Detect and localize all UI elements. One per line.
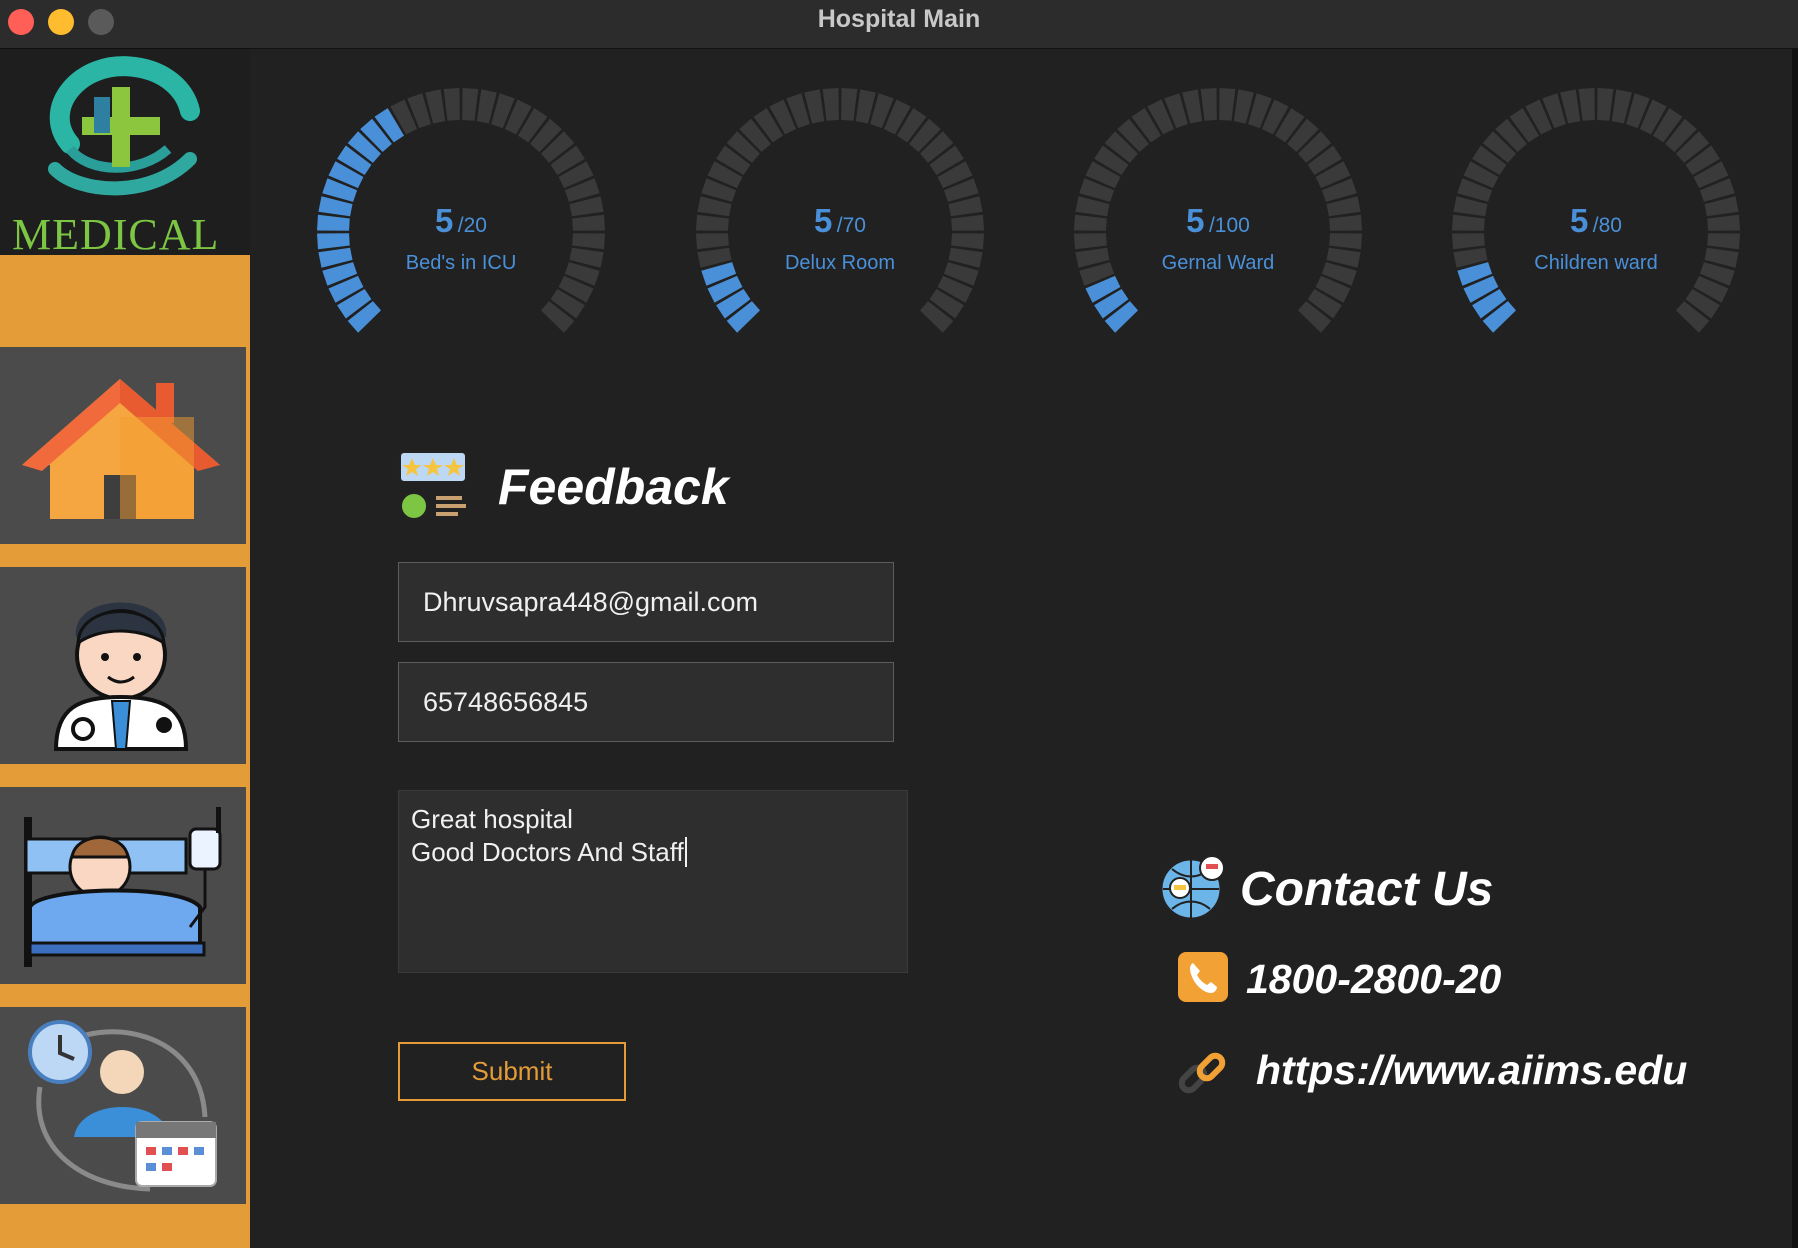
message-line-1: Great hospital (411, 804, 573, 834)
gauge-general-ward: 5 /100 Gernal Ward (1068, 86, 1368, 346)
gauge-delux-room: 5 /70 Delux Room (690, 86, 990, 346)
sidebar-item-home[interactable] (0, 347, 246, 544)
sidebar: MEDICAL (0, 49, 250, 1248)
globe-chat-icon (1159, 855, 1225, 921)
gauge-label: Bed's in ICU (405, 252, 517, 274)
gauge-label: Delux Room (784, 252, 896, 274)
submit-button[interactable]: Submit (398, 1042, 626, 1101)
title-bar: Hospital Main (0, 0, 1798, 49)
gauge-segment-empty (1578, 88, 1595, 121)
feedback-rating-icon (399, 451, 467, 520)
link-icon (1178, 1052, 1226, 1094)
contact-website-link[interactable]: https://www.aiims.edu (1256, 1047, 1687, 1094)
gauge-value: 5 /70 (813, 202, 866, 239)
patient-bed-icon (24, 807, 222, 967)
gauge-label: Gernal Ward (1161, 252, 1275, 274)
message-line-2: Good Doctors And Staff (411, 836, 895, 869)
gauge-value: 5 /80 (1569, 202, 1622, 239)
email-field[interactable]: Dhruvsapra448@gmail.com (398, 562, 894, 642)
gauge-segment-empty (462, 88, 479, 121)
gauge-value: 5 /20 (434, 202, 487, 239)
sidebar-item-doctors[interactable] (0, 567, 246, 764)
doctor-icon (53, 602, 189, 751)
feedback-title: Feedback (498, 459, 729, 515)
app-window: Hospital Main MEDICAL 5 /20 Bed's in ICU… (0, 0, 1798, 1248)
appointment-schedule-icon (28, 1020, 217, 1192)
contact-phone: 1800-2800-20 (1246, 956, 1502, 1002)
feedback-message-textarea[interactable]: Great hospital Good Doctors And Staff (398, 790, 908, 973)
gauge-label: Children ward (1534, 252, 1658, 274)
phone-icon (1178, 952, 1228, 1002)
medical-logo: MEDICAL (0, 49, 250, 259)
gauge-segment-empty (443, 88, 460, 121)
house-icon (22, 379, 220, 519)
medical-cross-icon (48, 56, 200, 196)
gauge-segment-empty (1200, 88, 1217, 121)
gauge-icu-beds: 5 /20 Bed's in ICU (311, 86, 611, 346)
contact-title: Contact Us (1240, 863, 1494, 916)
logo-text: MEDICAL (12, 210, 220, 259)
window-edge (1792, 48, 1798, 1248)
gauge-segment-empty (1219, 88, 1236, 121)
gauge-value: 5 /100 (1186, 202, 1250, 239)
gauge-segment-empty (841, 88, 858, 121)
gauge-children-ward: 5 /80 Children ward (1446, 86, 1746, 346)
sidebar-item-patients[interactable] (0, 787, 246, 984)
phone-field[interactable]: 65748656845 (398, 662, 894, 742)
window-title: Hospital Main (817, 5, 981, 33)
sidebar-item-appointments[interactable] (0, 1007, 246, 1204)
gauge-segment-empty (1597, 88, 1614, 121)
sidebar-nav (0, 255, 250, 1248)
gauge-segment-empty (822, 88, 839, 121)
